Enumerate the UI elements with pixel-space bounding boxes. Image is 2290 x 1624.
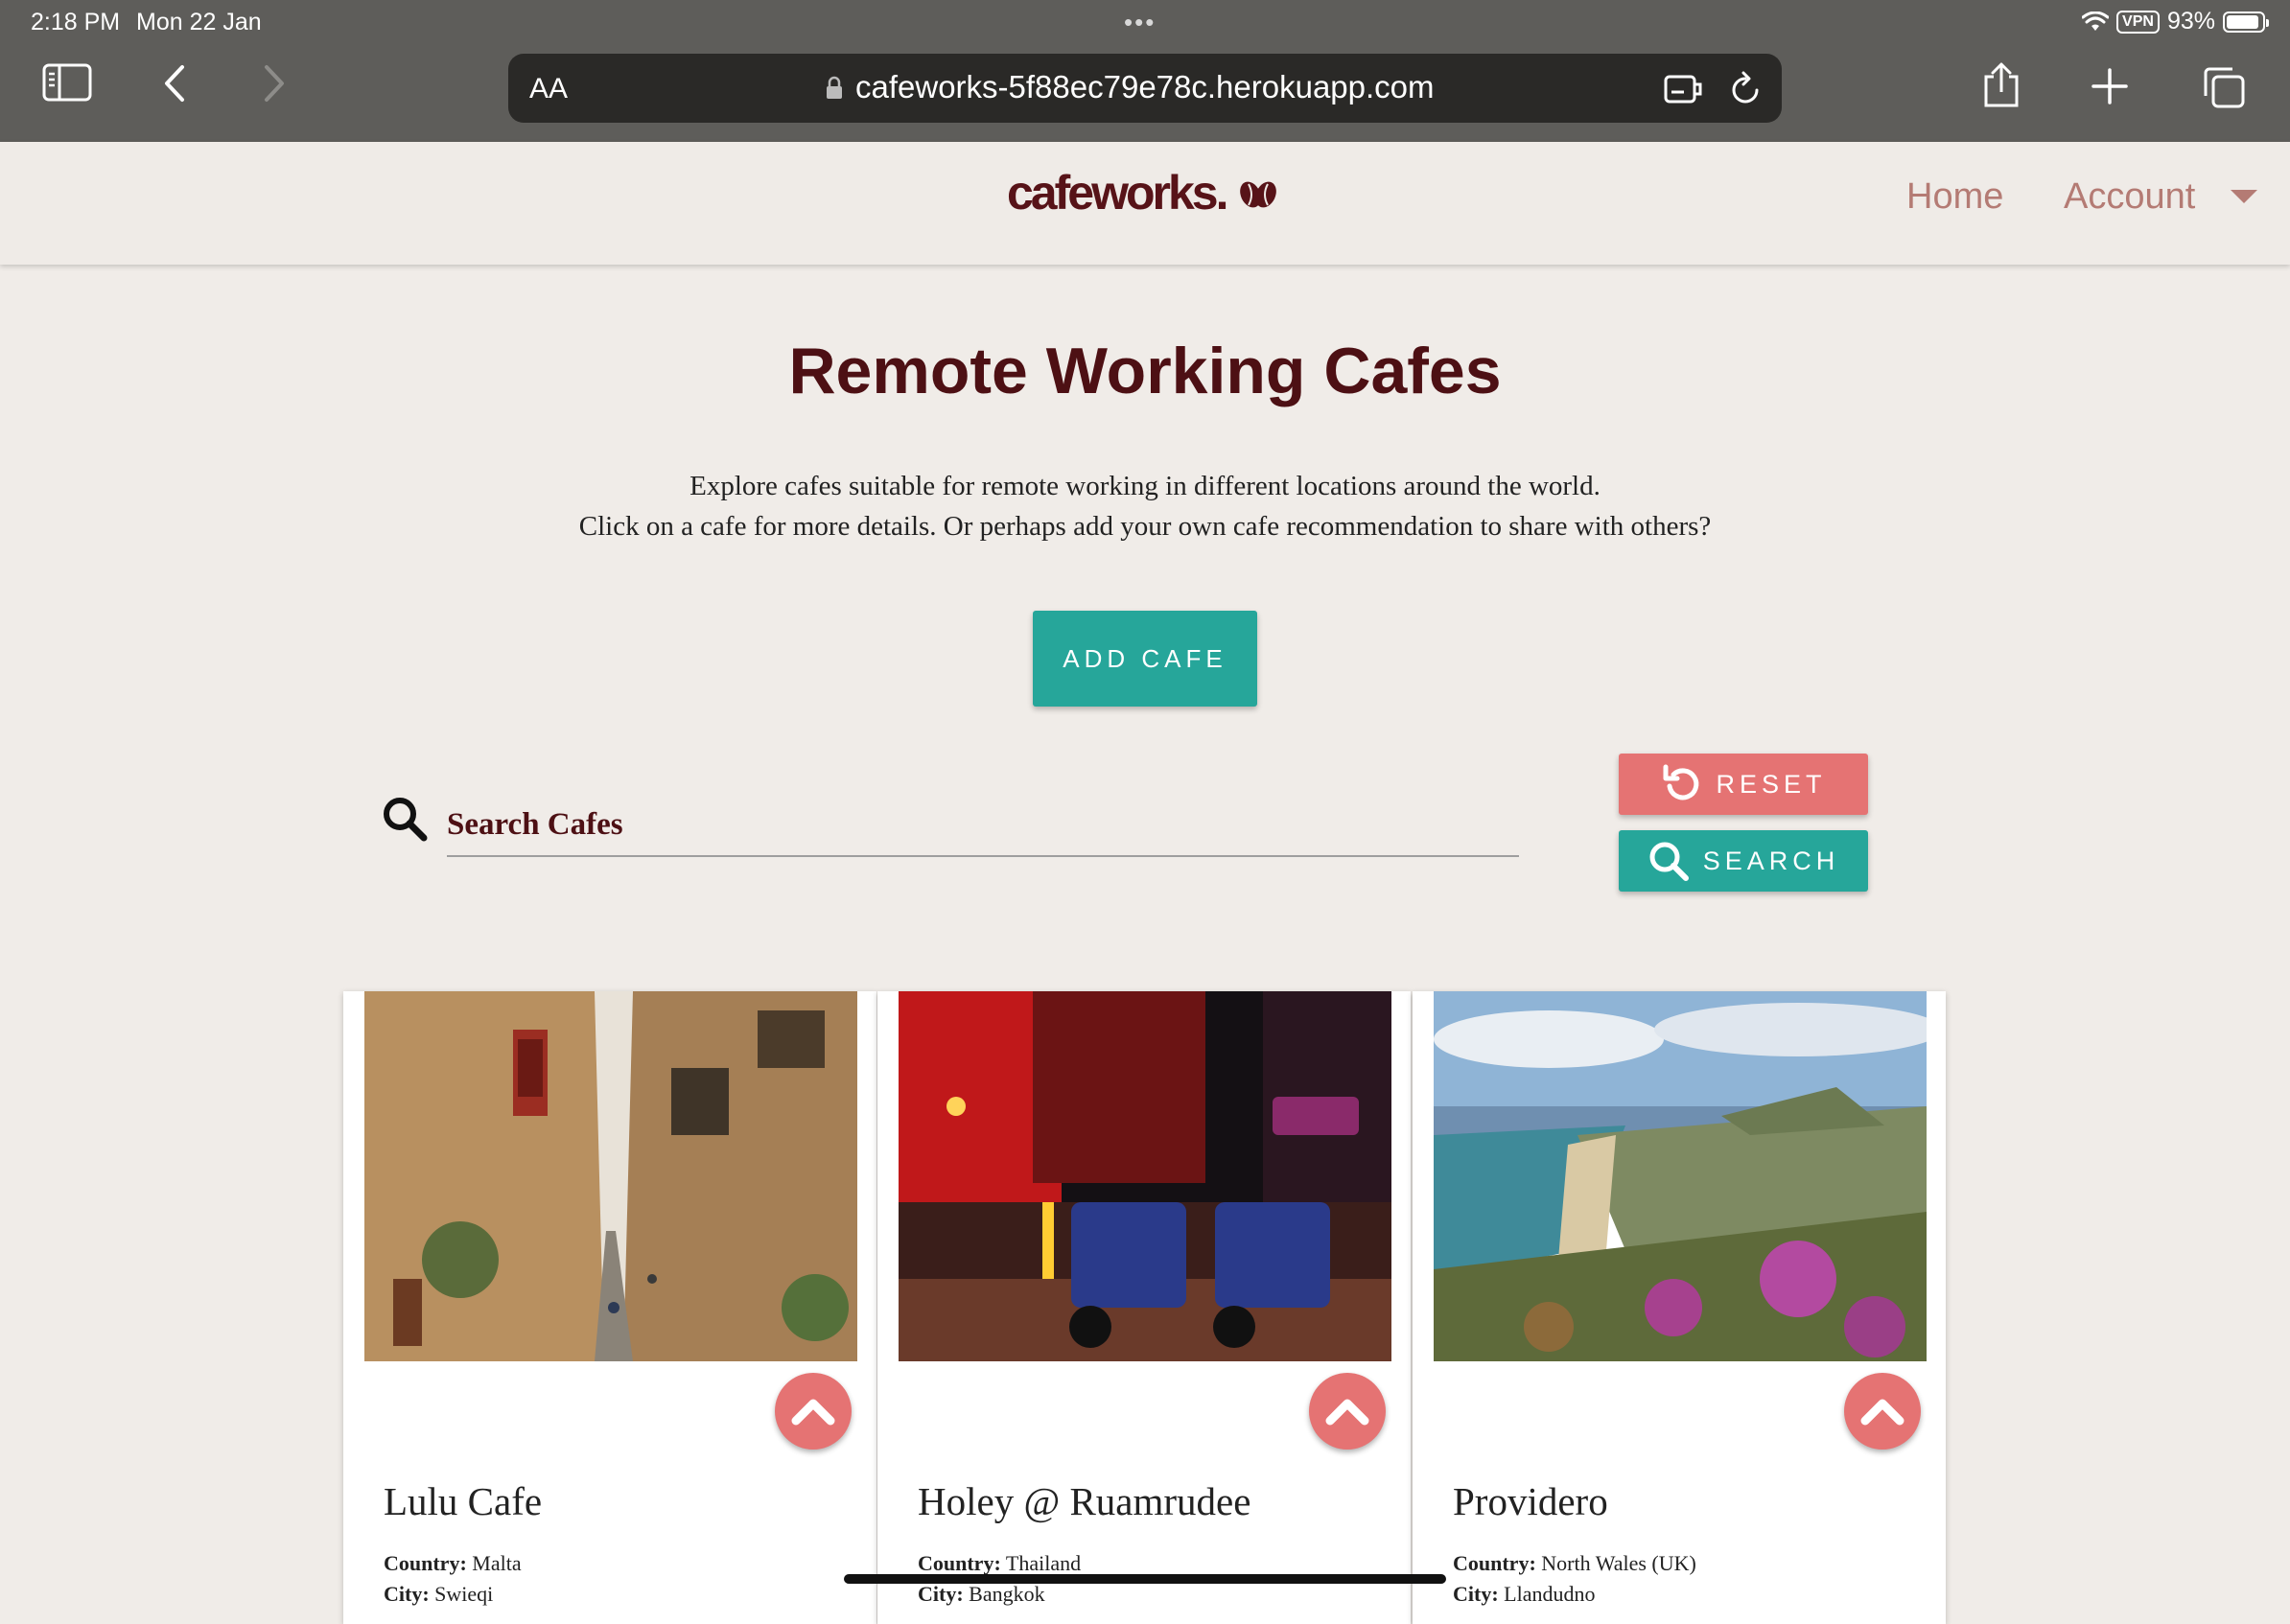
site-logo[interactable]: cafeworks. — [1007, 165, 1228, 220]
add-cafe-button[interactable]: ADD CAFE — [1033, 611, 1257, 707]
chevron-up-icon — [1325, 1399, 1369, 1426]
cafe-city: City: Bangkok — [918, 1582, 1045, 1607]
card-expand-button[interactable] — [1844, 1373, 1921, 1450]
reader-extension-icon[interactable] — [1663, 71, 1703, 107]
chevron-up-icon — [791, 1399, 835, 1426]
nav-account-link[interactable]: Account — [2064, 176, 2195, 218]
reset-label: RESET — [1716, 769, 1827, 799]
cafe-country: Country: Malta — [384, 1551, 522, 1576]
cafe-city: City: Swieqi — [384, 1582, 493, 1607]
country-value: North Wales (UK) — [1541, 1551, 1696, 1575]
city-value: Llandudno — [1504, 1582, 1596, 1606]
chevron-up-icon — [1860, 1399, 1904, 1426]
intro-line-1: Explore cafes suitable for remote workin… — [689, 471, 1601, 501]
card-expand-button[interactable] — [1309, 1373, 1386, 1450]
status-date: Mon 22 Jan — [136, 9, 262, 35]
battery-icon — [2223, 11, 2269, 33]
url-text[interactable]: cafeworks-5f88ec79e78c.herokuapp.com — [855, 69, 1435, 105]
share-icon[interactable] — [1981, 61, 2021, 109]
cafe-image-street[interactable] — [364, 991, 857, 1361]
tabs-overview-icon[interactable] — [2202, 65, 2246, 109]
page-title: Remote Working Cafes — [788, 335, 1502, 407]
card-expand-button[interactable] — [775, 1373, 852, 1450]
city-label: City: — [1453, 1582, 1499, 1606]
reset-button[interactable]: RESET — [1619, 754, 1868, 815]
cafe-country: Country: Thailand — [918, 1551, 1081, 1576]
cafe-card[interactable]: Providero Country: North Wales (UK) City… — [1413, 991, 1946, 1624]
text-size-button[interactable]: AA — [529, 73, 568, 105]
cafe-card[interactable]: Lulu Cafe Country: Malta City: Swieqi — [343, 991, 876, 1624]
country-label: Country: — [1453, 1551, 1536, 1575]
battery-percent: 93% — [2166, 8, 2215, 35]
cafe-city: City: Llandudno — [1453, 1582, 1595, 1607]
search-icon — [1649, 842, 1689, 881]
city-value: Swieqi — [434, 1582, 494, 1606]
wifi-icon — [2082, 11, 2110, 31]
browser-chrome: 2:18 PM Mon 22 Jan ••• VPN 93% AA cafewo… — [0, 0, 2290, 142]
status-time: 2:18 PM — [31, 9, 121, 35]
coffee-bean-icon — [1240, 181, 1276, 208]
country-label: Country: — [384, 1551, 467, 1575]
cafe-card[interactable]: Holey @ Ruamrudee Country: Thailand City… — [877, 991, 1411, 1624]
reload-icon[interactable] — [1728, 71, 1763, 107]
reset-icon — [1663, 764, 1699, 800]
country-label: Country: — [918, 1551, 1001, 1575]
city-label: City: — [918, 1582, 964, 1606]
cafe-name[interactable]: Lulu Cafe — [384, 1478, 542, 1524]
home-indicator[interactable] — [844, 1574, 1446, 1584]
city-label: City: — [384, 1582, 430, 1606]
search-cafes-input[interactable] — [447, 794, 1519, 857]
city-value: Bangkok — [969, 1582, 1045, 1606]
intro-text: Explore cafes suitable for remote workin… — [0, 466, 2290, 546]
new-tab-icon[interactable] — [2091, 67, 2129, 105]
cafe-name[interactable]: Holey @ Ruamrudee — [918, 1478, 1250, 1524]
account-dropdown-caret-icon[interactable] — [2231, 190, 2257, 203]
site-navbar: cafeworks. Home Account — [0, 142, 2290, 265]
country-value: Malta — [472, 1551, 522, 1575]
search-button[interactable]: SEARCH — [1619, 830, 1868, 892]
search-label: SEARCH — [1702, 846, 1840, 875]
nav-home-link[interactable]: Home — [1906, 176, 2003, 218]
intro-line-2: Click on a cafe for more details. Or per… — [578, 511, 1712, 542]
lock-icon — [827, 76, 842, 99]
address-bar[interactable]: AA cafeworks-5f88ec79e78c.herokuapp.com — [508, 54, 1782, 123]
country-value: Thailand — [1005, 1551, 1082, 1575]
sidebar-icon[interactable] — [42, 63, 92, 102]
search-icon — [384, 798, 428, 842]
cafe-country: Country: North Wales (UK) — [1453, 1551, 1696, 1576]
battery-level — [2227, 14, 2259, 29]
cafe-name[interactable]: Providero — [1453, 1478, 1608, 1524]
back-icon[interactable] — [161, 63, 188, 104]
cafe-image-coast[interactable] — [1434, 991, 1927, 1361]
vpn-badge: VPN — [2116, 10, 2160, 34]
forward-icon[interactable] — [261, 63, 288, 104]
multitasking-dots-icon[interactable]: ••• — [1124, 8, 1156, 37]
cafe-image-night-street[interactable] — [899, 991, 1391, 1361]
status-indicators: VPN 93% — [2082, 8, 2269, 35]
